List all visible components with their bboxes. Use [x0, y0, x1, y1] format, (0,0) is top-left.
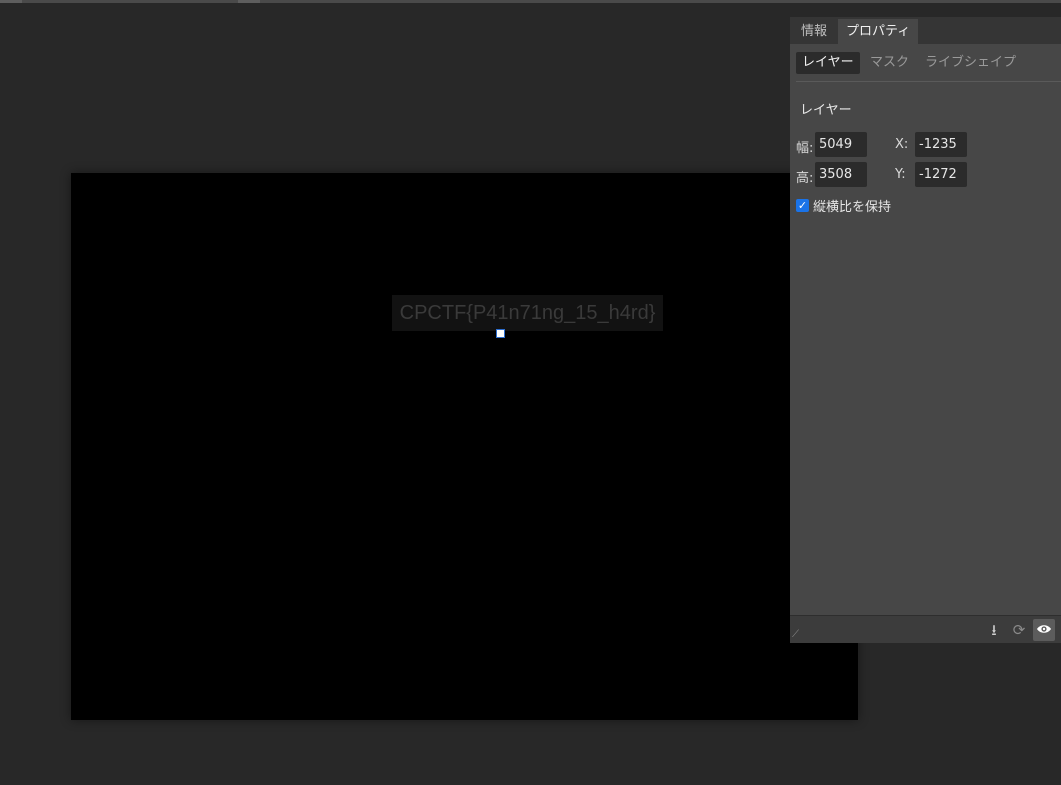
tab-properties[interactable]: プロパティ: [838, 19, 919, 44]
subtab-live-shape[interactable]: ライブシェイプ: [919, 52, 1022, 74]
width-label: 幅:: [796, 141, 814, 156]
panel-tab-bar: 情報 プロパティ: [790, 17, 1061, 44]
subtab-layer[interactable]: レイヤー: [796, 52, 860, 74]
document-canvas[interactable]: CPCTF{P41n71ng_15_h4rd}: [71, 173, 858, 720]
y-label: Y:: [895, 167, 906, 182]
resize-grip-icon[interactable]: ⟋: [792, 630, 802, 640]
keep-ratio-label[interactable]: 縦横比を保持: [813, 196, 891, 215]
properties-panel: 情報 プロパティ レイヤー マスク ライブシェイプ レイヤー 幅: X: 高: …: [790, 17, 1061, 643]
divider: [796, 81, 1061, 82]
panel-footer: ⟋ ⭳ ⟳: [790, 615, 1061, 643]
height-input[interactable]: [815, 162, 867, 187]
x-input[interactable]: [915, 132, 967, 157]
subtab-mask[interactable]: マスク: [864, 52, 915, 74]
transform-anchor-handle[interactable]: [496, 329, 505, 338]
height-label: 高:: [796, 171, 814, 186]
keep-ratio-checkbox[interactable]: ✓: [796, 199, 809, 212]
y-input[interactable]: [915, 162, 967, 187]
width-input[interactable]: [815, 132, 867, 157]
text-layer[interactable]: CPCTF{P41n71ng_15_h4rd}: [392, 295, 663, 331]
tab-info[interactable]: 情報: [793, 19, 835, 44]
x-label: X:: [895, 137, 909, 152]
refresh-icon[interactable]: ⟳: [1008, 619, 1030, 641]
section-title: レイヤー: [800, 103, 852, 118]
eye-icon[interactable]: [1033, 619, 1055, 641]
apply-down-icon[interactable]: ⭳: [983, 619, 1005, 641]
property-subtabs: レイヤー マスク ライブシェイプ: [790, 44, 1061, 81]
